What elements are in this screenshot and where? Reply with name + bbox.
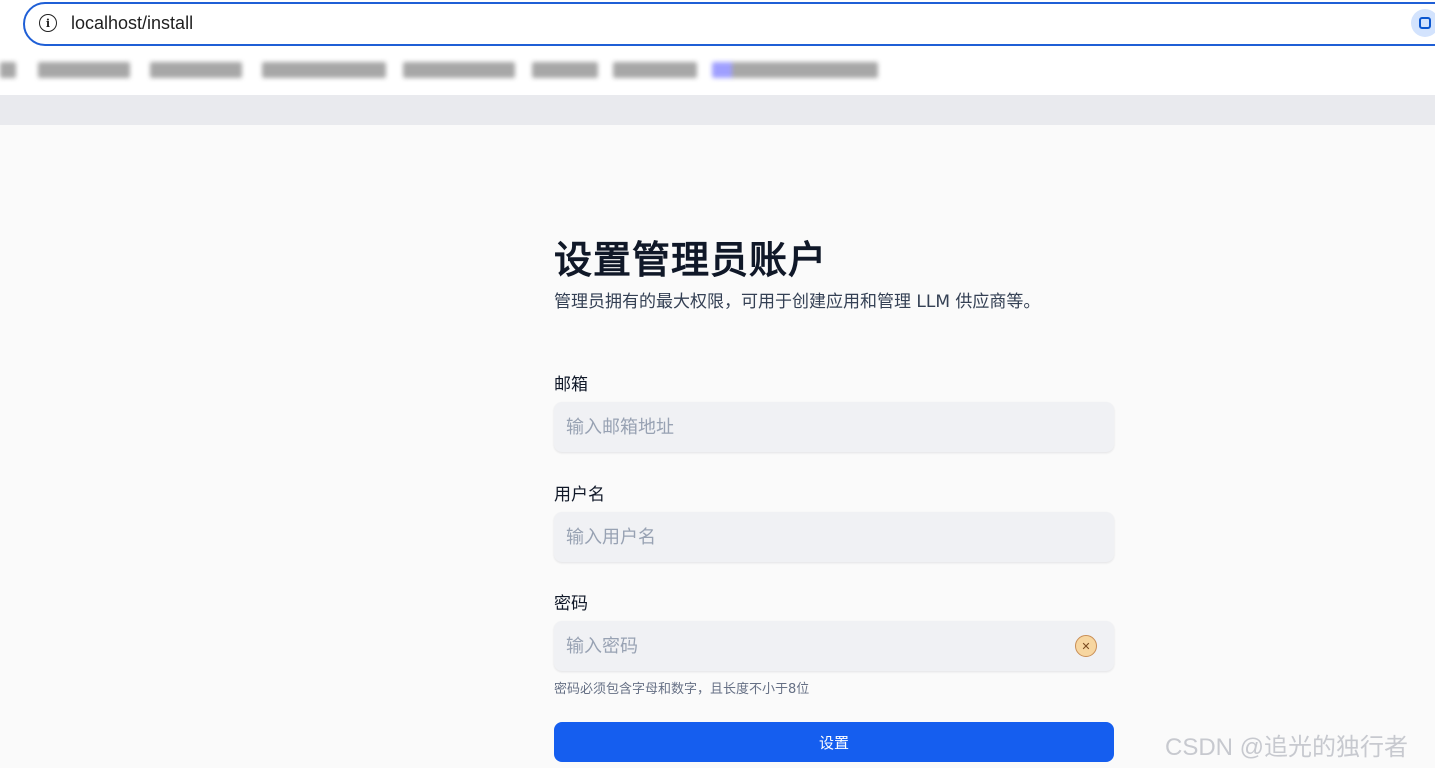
address-bar[interactable]: i localhost/install [23, 2, 1435, 46]
browser-chrome: i localhost/install [0, 0, 1435, 95]
google-lens-icon[interactable] [1411, 9, 1435, 37]
bookmark-item[interactable] [38, 62, 130, 78]
password-field-wrapper: ✕ [554, 621, 1114, 671]
page-subtitle: 管理员拥有的最大权限，可用于创建应用和管理 LLM 供应商等。 [554, 292, 1041, 312]
top-banner [0, 95, 1435, 125]
submit-button[interactable]: 设置 [554, 722, 1114, 762]
password-hint: 密码必须包含字母和数字，且长度不小于8位 [554, 682, 810, 697]
url-text[interactable]: localhost/install [71, 13, 193, 34]
username-label: 用户名 [554, 485, 605, 505]
page-title: 设置管理员账户 [554, 238, 828, 282]
bookmark-item[interactable] [403, 62, 515, 78]
password-field[interactable] [554, 621, 1114, 671]
password-label: 密码 [554, 594, 588, 614]
bookmark-item[interactable] [150, 62, 242, 78]
bookmarks-bar [0, 56, 1435, 84]
email-label: 邮箱 [554, 375, 588, 395]
username-field[interactable] [554, 512, 1114, 562]
username-field-wrapper [554, 512, 1114, 562]
site-info-icon[interactable]: i [39, 14, 57, 32]
install-form: 设置管理员账户 管理员拥有的最大权限，可用于创建应用和管理 LLM 供应商等。 … [554, 235, 1114, 762]
bookmark-item[interactable] [613, 62, 697, 78]
email-field-wrapper [554, 402, 1114, 452]
bookmark-item[interactable] [0, 62, 16, 78]
bookmark-item[interactable] [532, 62, 598, 78]
bookmark-item[interactable] [712, 62, 878, 78]
email-field[interactable] [554, 402, 1114, 452]
toggle-password-visibility-icon[interactable]: ✕ [1075, 635, 1097, 657]
watermark: CSDN @追光的独行者 [1165, 734, 1409, 761]
bookmark-item[interactable] [262, 62, 386, 78]
